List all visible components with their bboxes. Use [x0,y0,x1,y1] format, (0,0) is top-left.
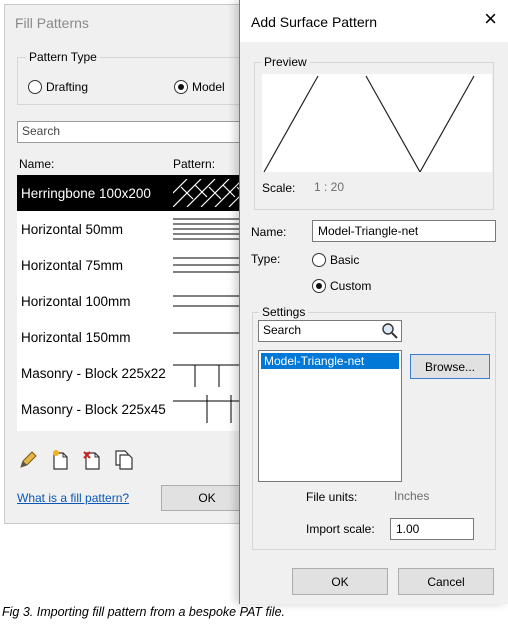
new-pattern-icon[interactable] [49,449,71,471]
radio-model[interactable]: Model [174,80,225,94]
list-item[interactable]: Masonry - Block 225x22 [17,355,253,391]
pattern-name: Masonry - Block 225x22 [21,365,166,381]
type-label: Type: [251,252,281,266]
close-icon[interactable]: × [484,8,497,30]
radio-custom-label: Custom [330,279,372,293]
radio-custom[interactable]: Custom [312,279,371,293]
pencil-icon[interactable] [17,449,39,471]
column-header-pattern: Pattern: [173,157,216,171]
pattern-toolbar [17,449,135,471]
pattern-name-input[interactable]: Model-Triangle-net [312,220,496,242]
radio-drafting[interactable]: Drafting [28,80,88,94]
fill-patterns-dialog: Fill Patterns Pattern Type Drafting Mode… [4,4,257,524]
duplicate-pattern-icon[interactable] [113,449,135,471]
fill-patterns-search-input[interactable]: Search [17,121,257,143]
list-item[interactable]: Horizontal 150mm [17,319,253,355]
radio-drafting-label: Drafting [46,80,89,94]
pattern-name: Horizontal 50mm [21,221,124,237]
list-item[interactable]: Horizontal 50mm [17,211,253,247]
file-units-label: File units: [306,490,358,504]
browse-button[interactable]: Browse... [410,354,490,379]
figure-caption: Fig 3. Importing fill pattern from a bes… [2,605,285,619]
radio-basic-label: Basic [330,253,360,267]
pattern-preview [262,74,492,172]
list-item[interactable]: Horizontal 100mm [17,283,253,319]
settings-label: Settings [259,305,309,319]
radio-model-indicator[interactable] [174,80,188,94]
pattern-name: Masonry - Block 225x45 [21,401,166,417]
list-item[interactable]: Model-Triangle-net [261,353,399,369]
settings-search-input[interactable]: Search [258,320,402,342]
fill-pattern-list: Herringbone 100x200 Horizontal 50mm Hori… [17,175,253,431]
radio-custom-indicator[interactable] [312,279,326,293]
scale-value: 1 : 20 [314,180,345,194]
radio-basic-indicator[interactable] [312,253,326,267]
search-icon[interactable] [381,322,399,340]
radio-drafting-indicator[interactable] [28,80,42,94]
dialog-titlebar: Add Surface Pattern × [240,0,508,42]
dialog-title: Add Surface Pattern [251,14,378,30]
list-item[interactable]: Horizontal 75mm [17,247,253,283]
delete-pattern-icon[interactable] [81,449,103,471]
column-header-name: Name: [19,157,55,171]
what-is-fill-pattern-link[interactable]: What is a fill pattern? [17,491,129,505]
pattern-name: Horizontal 150mm [21,329,131,345]
radio-model-label: Model [192,80,225,94]
scale-label: Scale: [262,181,296,195]
name-label: Name: [251,225,287,239]
pattern-name: Horizontal 100mm [21,293,131,309]
list-item[interactable]: Herringbone 100x200 [17,175,253,211]
list-item[interactable]: Masonry - Block 225x45 [17,391,253,427]
pattern-type-group: Pattern Type Drafting Model [17,50,257,105]
pattern-file-list[interactable]: Model-Triangle-net [258,350,402,482]
import-scale-label: Import scale: [306,522,375,536]
fill-patterns-title: Fill Patterns [15,15,89,31]
pattern-name: Horizontal 75mm [21,257,124,273]
import-scale-input[interactable]: 1.00 [390,518,474,540]
ok-button[interactable]: OK [292,568,388,595]
radio-basic[interactable]: Basic [312,253,359,267]
pattern-type-label: Pattern Type [26,50,100,64]
cancel-button[interactable]: Cancel [398,568,494,595]
settings-search-placeholder: Search [263,323,302,337]
pattern-name: Herringbone 100x200 [21,185,151,201]
preview-label: Preview [261,55,310,69]
file-units-value: Inches [394,489,430,503]
